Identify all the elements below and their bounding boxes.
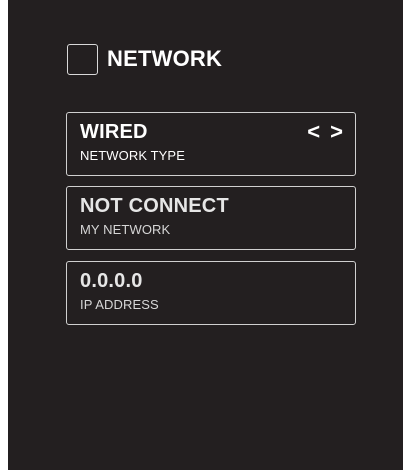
network-checkbox[interactable] [67, 43, 98, 75]
my-network-label: MY NETWORK [80, 222, 171, 237]
network-type-label: NETWORK TYPE [80, 148, 185, 163]
network-type-selector[interactable]: WIRED NETWORK TYPE < > [66, 112, 356, 176]
network-type-value: WIRED [80, 121, 148, 143]
ip-address-label: IP ADDRESS [80, 297, 159, 312]
chevron-left-icon[interactable]: < [307, 121, 320, 143]
ip-address-value: 0.0.0.0 [80, 270, 143, 292]
my-network-value: NOT CONNECT [80, 195, 229, 217]
my-network-field: NOT CONNECT MY NETWORK [66, 186, 356, 250]
ip-address-field: 0.0.0.0 IP ADDRESS [66, 261, 356, 325]
network-header: NETWORK [67, 42, 222, 76]
chevron-right-icon[interactable]: > [330, 121, 343, 143]
network-type-arrows: < > [307, 121, 343, 143]
settings-screen: NETWORK WIRED NETWORK TYPE < > NOT CONNE… [8, 0, 403, 470]
page-title: NETWORK [107, 46, 223, 71]
